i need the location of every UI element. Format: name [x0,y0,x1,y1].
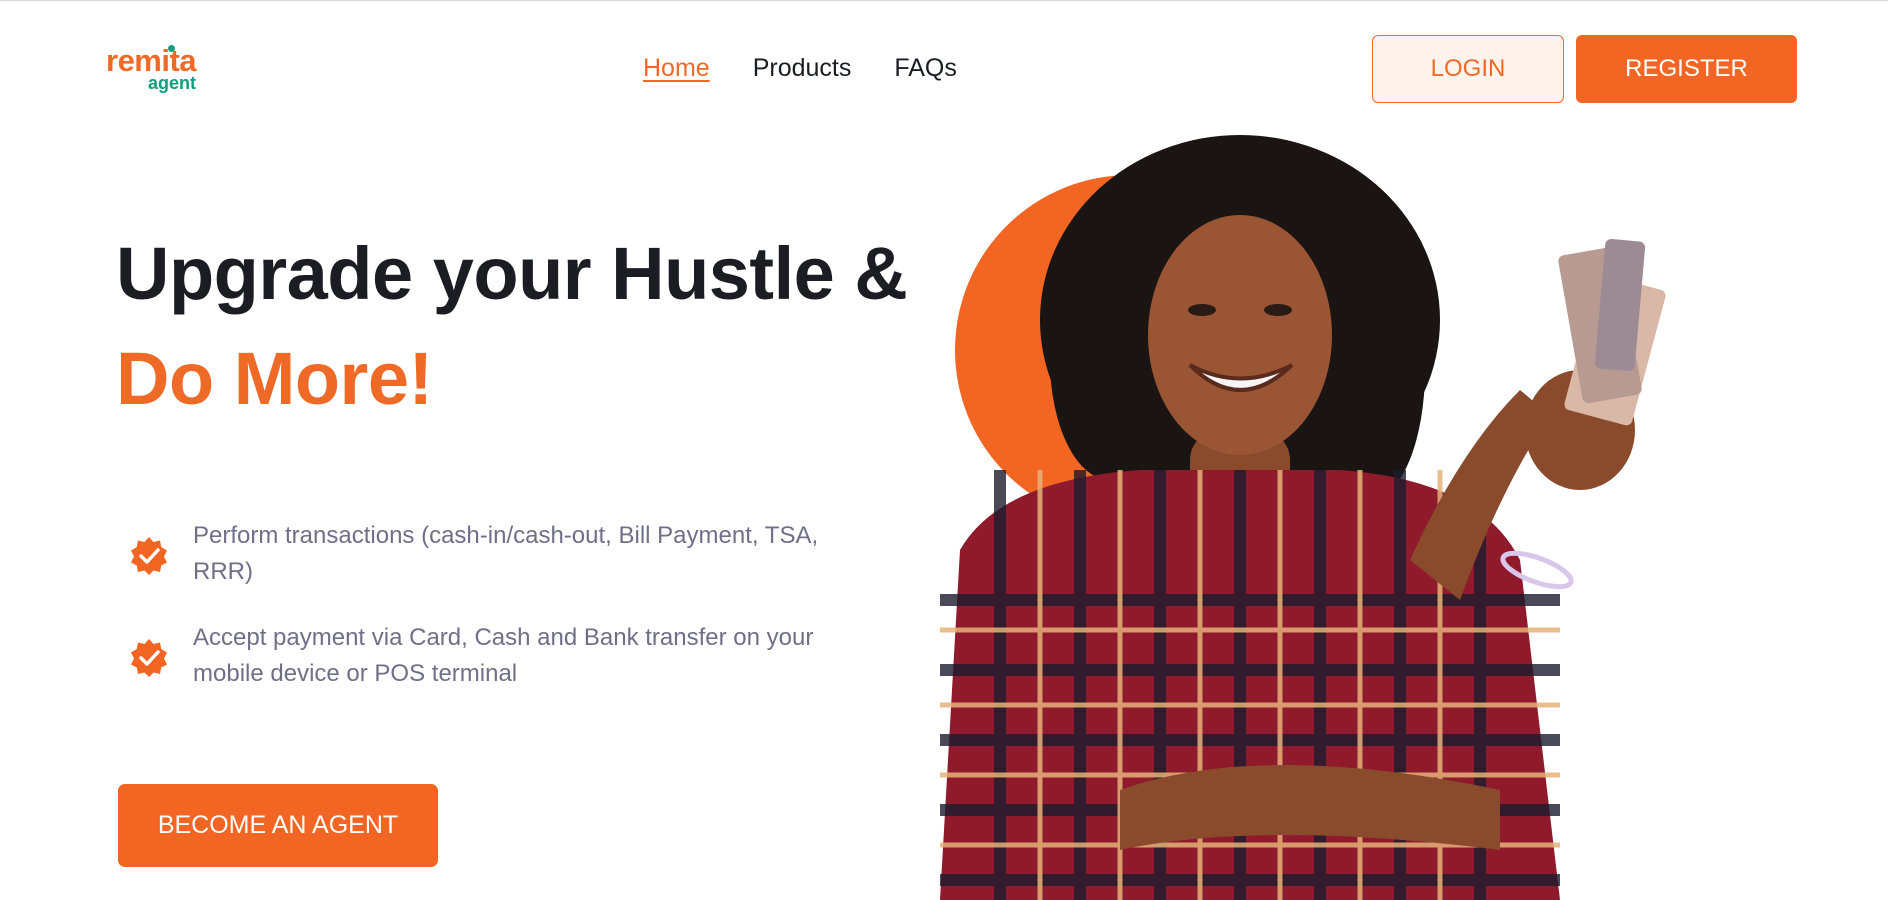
feature-item: Perform transactions (cash-in/cash-out, … [128,518,868,590]
register-button[interactable]: REGISTER [1576,35,1797,103]
nav-home[interactable]: Home [643,52,710,84]
main-nav: Home Products FAQs [643,52,957,84]
cash-notes [1558,239,1666,426]
hero-headline-line1: Upgrade your Hustle & [116,232,908,315]
logo-dot [168,45,175,52]
feature-item: Accept payment via Card, Cash and Bank t… [128,620,868,692]
nav-products[interactable]: Products [753,52,852,84]
remita-agent-logo[interactable]: remita agent [106,44,202,94]
become-agent-button[interactable]: BECOME AN AGENT [118,784,438,867]
login-button[interactable]: LOGIN [1372,35,1564,103]
verified-badge-icon [131,639,167,677]
feature-text: Accept payment via Card, Cash and Bank t… [193,624,814,687]
verified-badge-icon [131,537,167,575]
top-border [0,0,1888,1]
hero-headline-line2: Do More! [116,337,433,420]
feature-text: Perform transactions (cash-in/cash-out, … [193,522,819,585]
nav-faqs[interactable]: FAQs [894,52,957,84]
hero-woman-photo [940,135,1666,900]
logo-subtext: agent [148,73,197,93]
